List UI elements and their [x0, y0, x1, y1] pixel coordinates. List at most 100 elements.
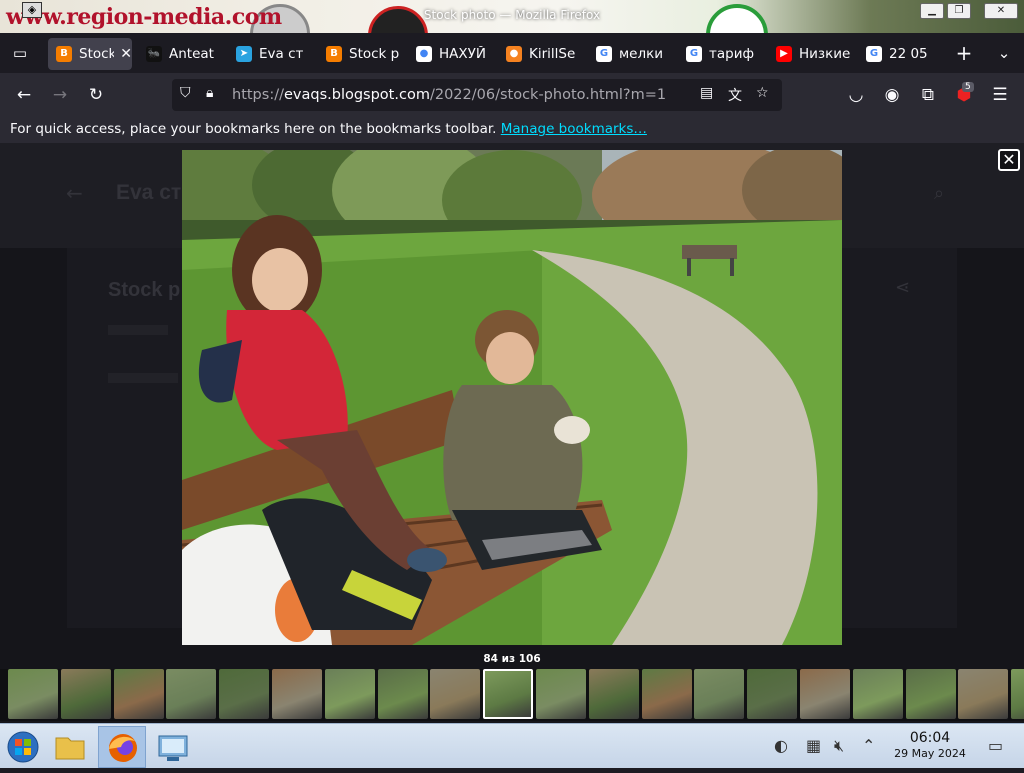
reload-icon[interactable]: ↻: [84, 83, 108, 107]
tab-4[interactable]: B Stock р: [318, 38, 402, 70]
tab-10[interactable]: G 22 05: [858, 38, 942, 70]
share-icon: ⋖: [895, 277, 911, 298]
thumbnail[interactable]: [588, 669, 639, 719]
search-icon: ⌕: [934, 183, 945, 204]
tab-1[interactable]: B Stock ✕: [48, 38, 132, 70]
shield-icon[interactable]: ⛉: [180, 85, 191, 101]
url-bar[interactable]: ⛉ 🔒︎ https://evaqs.blogspot.com/2022/06/…: [172, 79, 782, 111]
site-icon: ●: [506, 46, 522, 62]
thumbnail[interactable]: [905, 669, 956, 719]
clock[interactable]: 06:04 29 May 2024: [882, 730, 978, 760]
firefox-taskbar-icon[interactable]: [98, 726, 146, 768]
close-tab-icon[interactable]: ✕: [120, 46, 132, 62]
blog-title: Eva ст: [116, 181, 182, 204]
thumbnail[interactable]: [800, 669, 850, 719]
tab-label: Низкие: [799, 46, 851, 62]
window-titlebar: www.region-media.com ◈ Stock photo — Moz…: [0, 0, 1024, 33]
navigation-toolbar: ← → ↻ ⛉ 🔒︎ https://evaqs.blogspot.com/20…: [0, 73, 1024, 117]
tab-label: Stock р: [349, 46, 400, 62]
account-icon[interactable]: ◉: [880, 83, 904, 107]
post-title: Stock p: [108, 279, 181, 301]
thumbnail[interactable]: [113, 669, 164, 719]
lightbox-photo[interactable]: [182, 150, 842, 645]
tab-2[interactable]: 🐜 Anteat: [138, 38, 222, 70]
clipboard-icon[interactable]: ▦: [806, 736, 821, 755]
close-window-button[interactable]: ✕: [984, 3, 1018, 19]
lock-icon[interactable]: 🔒︎: [206, 85, 213, 101]
tab-5[interactable]: ● НАХУЙ: [408, 38, 492, 70]
minimize-button[interactable]: ▁: [920, 3, 944, 19]
url-path: /2022/06/stock-photo.html?m=1: [429, 87, 667, 103]
bookmarks-hint: For quick access, place your bookmarks h…: [10, 121, 497, 137]
clock-date: 29 May 2024: [894, 747, 966, 760]
thumbnail[interactable]: [219, 669, 270, 719]
new-tab-icon[interactable]: +: [952, 41, 976, 65]
tab-label: Stock: [79, 46, 115, 62]
thumbnail[interactable]: [60, 669, 111, 719]
reader-view-icon[interactable]: ▤: [700, 85, 713, 101]
anteater-icon: 🐜: [146, 46, 162, 62]
translate-icon[interactable]: 文: [728, 85, 742, 105]
google-icon: G: [866, 46, 882, 62]
firefox-view-icon[interactable]: ▭: [8, 41, 32, 65]
thumbnail[interactable]: [852, 669, 903, 719]
extension-badge: 5: [962, 82, 974, 92]
thumbnail[interactable]: [8, 669, 58, 719]
start-button[interactable]: [4, 726, 42, 768]
tab-8[interactable]: Gтариф: [678, 38, 762, 70]
chevron-up-icon[interactable]: ⌃: [862, 736, 875, 755]
thumbnail[interactable]: [536, 669, 586, 719]
show-desktop-icon[interactable]: ▭: [988, 736, 1003, 755]
thumbnail[interactable]: [747, 669, 798, 719]
thumbnail-strip[interactable]: [0, 669, 1024, 721]
blogger-icon: B: [56, 46, 72, 62]
youtube-icon: ▶: [776, 46, 792, 62]
back-icon[interactable]: ←: [12, 83, 36, 107]
pocket-icon[interactable]: ◡: [844, 83, 868, 107]
chevron-down-icon[interactable]: ⌄: [992, 41, 1016, 65]
menu-icon[interactable]: ☰: [988, 83, 1012, 107]
manage-bookmarks-link[interactable]: Manage bookmarks…: [501, 121, 647, 137]
volume-muted-icon[interactable]: 🔇︎: [834, 736, 844, 756]
extensions-icon[interactable]: ⧉: [916, 83, 940, 107]
system-tool-icon[interactable]: [152, 726, 194, 768]
clock-time: 06:04: [909, 730, 951, 746]
network-icon[interactable]: ◐: [774, 736, 788, 755]
tab-6[interactable]: ● KirillSe: [498, 38, 582, 70]
thumbnail[interactable]: [483, 669, 534, 719]
page-content: ← Eva ст ⌕ Stock p ⋖ ✕ 84 из 106: [0, 143, 1024, 723]
github-icon: ●: [416, 46, 432, 62]
forward-icon[interactable]: →: [48, 83, 72, 107]
tab-label: тариф: [709, 46, 755, 62]
thumbnail[interactable]: [430, 669, 481, 719]
file-manager-icon[interactable]: [50, 726, 90, 768]
photo-counter: 84 из 106: [483, 653, 541, 665]
thumbnail[interactable]: [641, 669, 692, 719]
thumbnail[interactable]: [324, 669, 375, 719]
url-host: evaqs.blogspot.com: [283, 87, 430, 103]
tab-label: Anteat: [169, 46, 214, 62]
tab-9[interactable]: ▶ Низкие: [768, 38, 852, 70]
thumbnail[interactable]: [694, 669, 745, 719]
url-text[interactable]: https://evaqs.blogspot.com/2022/06/stock…: [232, 87, 666, 103]
maximize-button[interactable]: ❐: [947, 3, 971, 19]
url-scheme: https://: [232, 87, 284, 103]
tab-3[interactable]: ➤ Eva ст: [228, 38, 312, 70]
tab-7[interactable]: Gмелки: [588, 38, 672, 70]
window-title: Stock photo — Mozilla Firefox: [423, 8, 601, 22]
telegram-icon: ➤: [236, 46, 252, 62]
post-meta: [108, 325, 168, 335]
tab-label: 22 05: [889, 46, 928, 62]
google-icon: G: [596, 46, 612, 62]
thumbnail[interactable]: [958, 669, 1009, 719]
thumbnail[interactable]: [1011, 669, 1024, 719]
lightbox-close-button[interactable]: ✕: [998, 149, 1020, 171]
tab-bar: ▭ B Stock ✕ 🐜 Anteat ➤ Eva ст B Stock р ● НАХУЙ ● Ki…: [0, 33, 1024, 73]
taskbar: ◐ ▦ 🔇︎ ⌃ 06:04 29 May 2024 ▭: [0, 723, 1024, 768]
thumbnail[interactable]: [377, 669, 428, 719]
thumbnail[interactable]: [166, 669, 217, 719]
tab-label: KirillSe: [529, 46, 576, 62]
post-text: [108, 373, 178, 383]
thumbnail[interactable]: [272, 669, 322, 719]
bookmark-star-icon[interactable]: ☆: [756, 85, 769, 101]
